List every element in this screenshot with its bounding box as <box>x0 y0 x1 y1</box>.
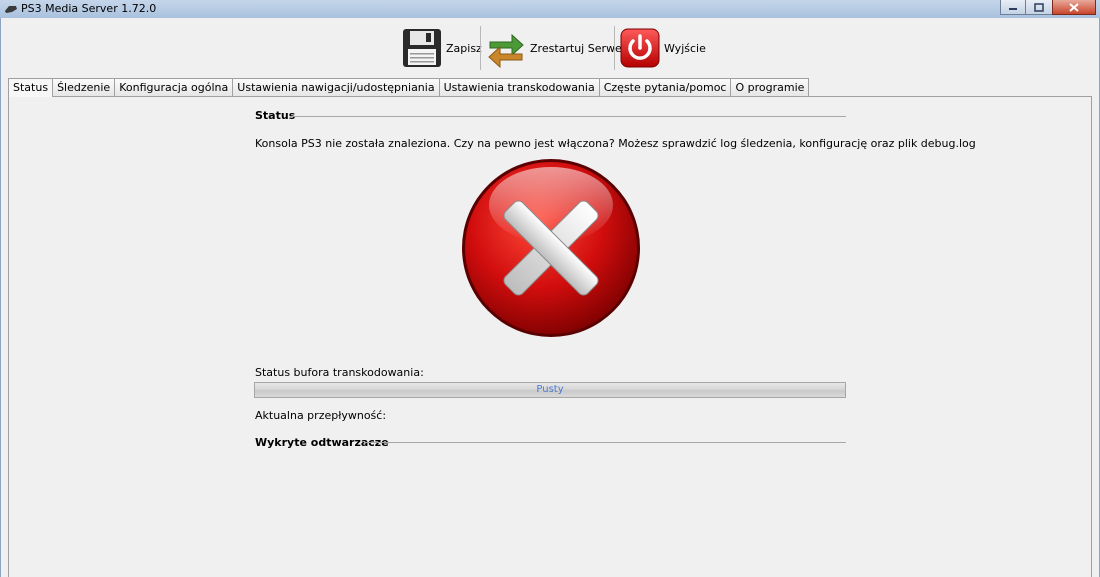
buffer-label: Status bufora transkodowania: <box>255 366 424 379</box>
maximize-icon <box>1034 2 1044 12</box>
toolbar-separator <box>480 26 481 70</box>
toolbar: Zapisz Zrestartuj Serwer Wyjście <box>0 24 1100 72</box>
tab-about[interactable]: O programie <box>730 78 810 96</box>
tab-bar: Status Śledzenie Konfiguracja ogólna Ust… <box>8 78 810 97</box>
tab-general-config[interactable]: Konfiguracja ogólna <box>114 78 234 96</box>
maximize-button[interactable] <box>1026 0 1052 15</box>
minimize-button[interactable] <box>1000 0 1026 15</box>
close-icon <box>1069 2 1079 12</box>
power-icon <box>620 28 660 68</box>
tab-tracing[interactable]: Śledzenie <box>52 78 116 96</box>
tab-navigation-sharing[interactable]: Ustawienia nawigacji/udostępniania <box>232 78 440 96</box>
tab-faq-help[interactable]: Częste pytania/pomoc <box>598 78 732 96</box>
exit-label: Wyjście <box>664 41 706 55</box>
status-message: Konsola PS3 nie została znaleziona. Czy … <box>255 137 976 150</box>
status-heading: Status <box>255 109 296 122</box>
ps3-icon <box>5 6 17 13</box>
tab-transcoding[interactable]: Ustawienia transkodowania <box>438 78 600 96</box>
error-x-icon <box>462 159 640 337</box>
buffer-progress-bar: Pusty <box>254 382 846 398</box>
restart-arrows-icon <box>488 33 524 68</box>
bitrate-label: Aktualna przepływność: <box>255 409 387 422</box>
toolbar-separator <box>614 26 615 70</box>
save-button[interactable]: Zapisz <box>402 26 482 70</box>
players-divider <box>364 442 846 443</box>
restart-button[interactable]: Zrestartuj Serwer <box>486 26 626 70</box>
floppy-disk-icon <box>403 29 441 67</box>
window-controls <box>1000 0 1096 15</box>
restart-label: Zrestartuj Serwer <box>530 41 627 55</box>
minimize-icon <box>1009 8 1017 10</box>
buffer-progress-value: Pusty <box>536 384 564 395</box>
tab-status[interactable]: Status <box>8 78 54 97</box>
save-label: Zapisz <box>446 41 482 55</box>
title-bar[interactable]: PS3 Media Server 1.72.0 <box>0 0 1100 18</box>
exit-button[interactable]: Wyjście <box>620 26 706 70</box>
close-button[interactable] <box>1052 0 1096 15</box>
status-divider <box>291 116 846 117</box>
window-title: PS3 Media Server 1.72.0 <box>21 2 157 15</box>
